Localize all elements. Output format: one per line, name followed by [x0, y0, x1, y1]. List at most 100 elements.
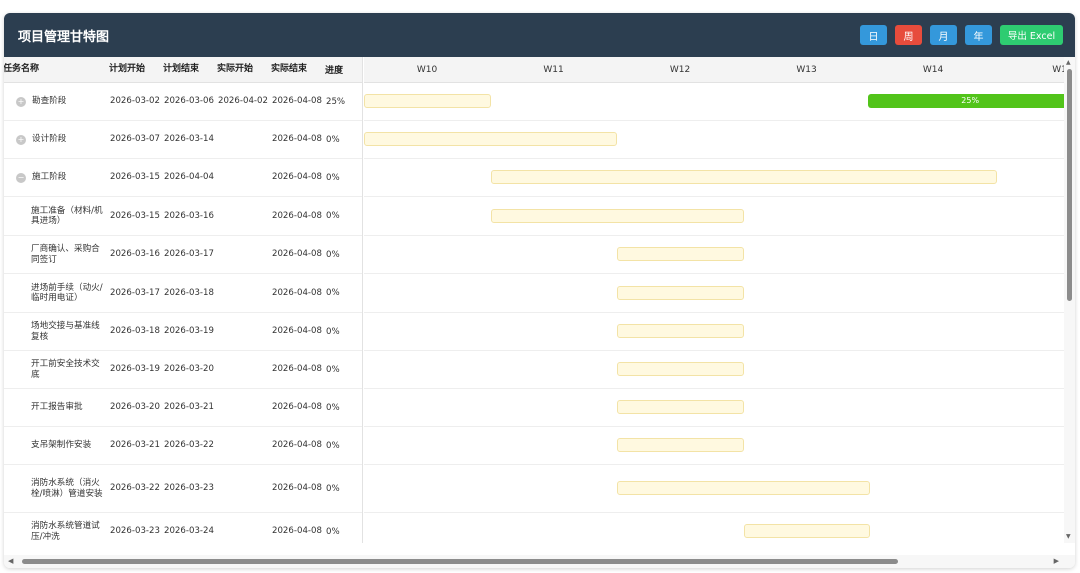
progress-cell: 0%: [326, 249, 340, 260]
table-row[interactable]: 支吊架制作安装 2026-03-21 2026-03-22 2026-04-08 0%: [4, 427, 362, 465]
plan-bar[interactable]: [617, 362, 744, 376]
plan-bar[interactable]: [364, 94, 491, 108]
plan-bar[interactable]: [617, 286, 744, 300]
plan-bar[interactable]: [490, 209, 744, 223]
plan-bar[interactable]: [743, 524, 870, 538]
page-title: 项目管理甘特图: [18, 29, 110, 45]
export-excel-button[interactable]: 导出 Excel: [1000, 25, 1063, 45]
plan-end-cell: 2026-03-19: [164, 326, 214, 337]
horizontal-scroll-thumb[interactable]: [22, 559, 898, 564]
actual-end-cell: 2026-04-08: [272, 249, 322, 260]
task-name-cell: 施工准备（材料/机具进场）: [4, 206, 106, 227]
task-name-cell: 开工报告审批: [4, 402, 106, 413]
actual-progress-bar[interactable]: 25%: [868, 94, 1064, 108]
week-label: W11: [543, 65, 564, 75]
task-name: 施工准备（材料/机具进场）: [31, 205, 103, 227]
vertical-scroll-thumb[interactable]: [1067, 69, 1072, 301]
view-day-button[interactable]: 日: [860, 25, 887, 45]
table-row[interactable]: 进场前手续（动火/临时用电证） 2026-03-17 2026-03-18 2026-…: [4, 274, 362, 313]
grid-header: 任务名称 计划开始 计划结束 实际开始 实际结束 进度: [4, 57, 362, 83]
actual-start-cell: 2026-04-02: [218, 96, 268, 107]
task-grid: 任务名称 计划开始 计划结束 实际开始 实际结束 进度 + 勘查阶段 2026-03…: [4, 57, 363, 543]
actual-end-cell: 2026-04-08: [272, 134, 322, 145]
plan-bar[interactable]: [490, 170, 997, 184]
plan-start-cell: 2026-03-17: [110, 287, 160, 298]
plan-start-cell: 2026-03-16: [110, 249, 160, 260]
col-task-name[interactable]: 任务名称: [4, 64, 105, 75]
actual-end-cell: 2026-04-08: [272, 526, 322, 537]
plan-start-cell: 2026-03-18: [110, 326, 160, 337]
scroll-left-icon[interactable]: ◀: [8, 557, 13, 565]
plan-bar[interactable]: [617, 324, 744, 338]
plan-bar[interactable]: [617, 400, 744, 414]
gantt-body: 任务名称 计划开始 计划结束 实际开始 实际结束 进度 + 勘查阶段 2026-03…: [4, 57, 1075, 568]
task-name: 场地交接与基准线复核: [31, 321, 100, 342]
actual-end-cell: 2026-04-08: [272, 210, 322, 221]
collapse-icon[interactable]: −: [16, 172, 26, 183]
app-header: 项目管理甘特图 日 周 月 年 导出 Excel: [4, 13, 1075, 57]
scroll-down-icon[interactable]: ▼: [1066, 533, 1071, 540]
task-name: 施工阶段: [32, 172, 67, 183]
scroll-right-icon[interactable]: ▶: [1054, 557, 1059, 565]
progress-cell: 0%: [326, 364, 340, 375]
plan-bar[interactable]: [617, 438, 744, 452]
actual-end-cell: 2026-04-08: [272, 402, 322, 413]
plan-end-cell: 2026-03-23: [164, 483, 214, 494]
table-row[interactable]: − 施工阶段 2026-03-15 2026-04-04 2026-04-08 0%: [4, 159, 362, 197]
actual-end-cell: 2026-04-08: [272, 172, 322, 183]
plan-end-cell: 2026-03-18: [164, 287, 214, 298]
progress-cell: 25%: [326, 96, 346, 107]
plan-bar[interactable]: [617, 481, 870, 495]
plan-end-cell: 2026-04-04: [164, 172, 214, 183]
view-month-button[interactable]: 月: [930, 25, 957, 45]
scroll-up-icon[interactable]: ▲: [1066, 59, 1071, 66]
timeline-header: W10 W11 W12 W13 W14 W1: [364, 57, 1064, 83]
table-row[interactable]: 场地交接与基准线复核 2026-03-18 2026-03-19 2026-04-08…: [4, 313, 362, 351]
week-label: W10: [416, 65, 438, 75]
task-name-cell: 厂商确认、采购合同签订: [4, 244, 106, 265]
table-row[interactable]: 消防水系统（消火栓/喷淋）管道安装 2026-03-22 2026-03-23 202…: [4, 465, 362, 513]
plan-start-cell: 2026-03-07: [110, 134, 160, 145]
progress-cell: 0%: [326, 288, 340, 298]
plan-end-cell: 2026-03-17: [164, 249, 214, 260]
view-year-button[interactable]: 年: [965, 25, 992, 45]
progress-cell: 0%: [326, 326, 340, 337]
task-name-cell: 消防水系统（消火栓/喷淋）管道安装: [4, 478, 106, 499]
table-row[interactable]: 开工报告审批 2026-03-20 2026-03-21 2026-04-08 0%: [4, 389, 362, 427]
progress-cell: 0%: [326, 172, 340, 183]
col-actual-start[interactable]: 实际开始: [213, 64, 267, 75]
task-name: 消防水系统（消火栓/喷淋）管道安装: [31, 478, 103, 499]
plan-bar[interactable]: [364, 132, 617, 146]
progress-cell: 0%: [326, 440, 340, 451]
task-name-cell: − 施工阶段: [4, 172, 106, 183]
plan-start-cell: 2026-03-02: [110, 96, 160, 107]
col-progress[interactable]: 进度: [321, 63, 361, 76]
col-plan-end[interactable]: 计划结束: [159, 64, 213, 75]
col-plan-start[interactable]: 计划开始: [105, 64, 159, 75]
actual-end-cell: 2026-04-08: [272, 326, 322, 337]
task-name-cell: + 勘查阶段: [4, 96, 106, 107]
expand-icon[interactable]: +: [16, 96, 26, 107]
task-name: 进场前手续（动火/临时用电证）: [31, 282, 103, 304]
plan-end-cell: 2026-03-24: [164, 526, 214, 537]
plan-start-cell: 2026-03-19: [110, 364, 160, 375]
table-row[interactable]: + 设计阶段 2026-03-07 2026-03-14 2026-04-08 0%: [4, 121, 362, 159]
horizontal-scrollbar[interactable]: ◀ ▶: [4, 555, 1075, 568]
actual-end-cell: 2026-04-08: [272, 96, 322, 107]
week-label: W13: [796, 65, 817, 75]
view-week-button[interactable]: 周: [895, 25, 922, 45]
table-row[interactable]: 施工准备（材料/机具进场） 2026-03-15 2026-03-16 2026-04…: [4, 197, 362, 236]
week-label: W12: [669, 65, 691, 75]
expand-icon[interactable]: +: [16, 134, 26, 145]
plan-bar[interactable]: [617, 247, 744, 261]
vertical-scrollbar[interactable]: ▲ ▼: [1064, 57, 1075, 543]
table-row[interactable]: 厂商确认、采购合同签订 2026-03-16 2026-03-17 2026-04-0…: [4, 236, 362, 274]
table-row[interactable]: 消防水系统管道试压/冲洗 2026-03-23 2026-03-24 2026-04-…: [4, 513, 362, 543]
plan-end-cell: 2026-03-20: [164, 364, 214, 375]
table-row[interactable]: + 勘查阶段 2026-03-02 2026-03-06 2026-04-02 2026-…: [4, 83, 362, 121]
plan-start-cell: 2026-03-15: [110, 172, 160, 183]
table-row[interactable]: 开工前安全技术交底 2026-03-19 2026-03-20 2026-04-08 0…: [4, 351, 362, 389]
task-name-cell: 消防水系统管道试压/冲洗: [4, 521, 106, 542]
col-actual-end[interactable]: 实际结束: [267, 64, 321, 75]
task-name: 设计阶段: [32, 134, 67, 145]
